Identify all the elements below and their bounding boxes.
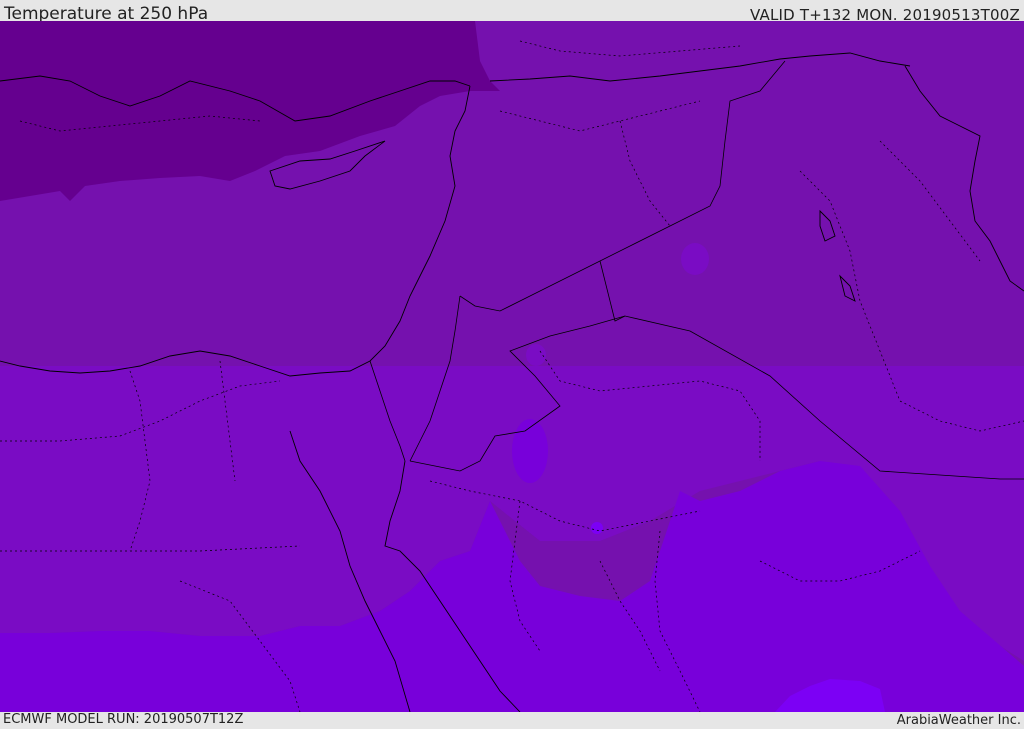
header-bar: Temperature at 250 hPa VALID T+132 MON. … (0, 0, 1024, 24)
model-run-label: ECMWF MODEL RUN: 20190507T12Z (3, 712, 244, 727)
temperature-map (0, 21, 1024, 712)
warm-patch-small (591, 522, 603, 534)
credit-label: ArabiaWeather Inc. (896, 713, 1021, 728)
warm-patch-jordan (526, 344, 546, 366)
warm-patch-hejaz (512, 419, 548, 483)
footer-bar: ECMWF MODEL RUN: 20190507T12Z ArabiaWeat… (0, 712, 1024, 729)
warm-patch-iraq (681, 243, 709, 275)
